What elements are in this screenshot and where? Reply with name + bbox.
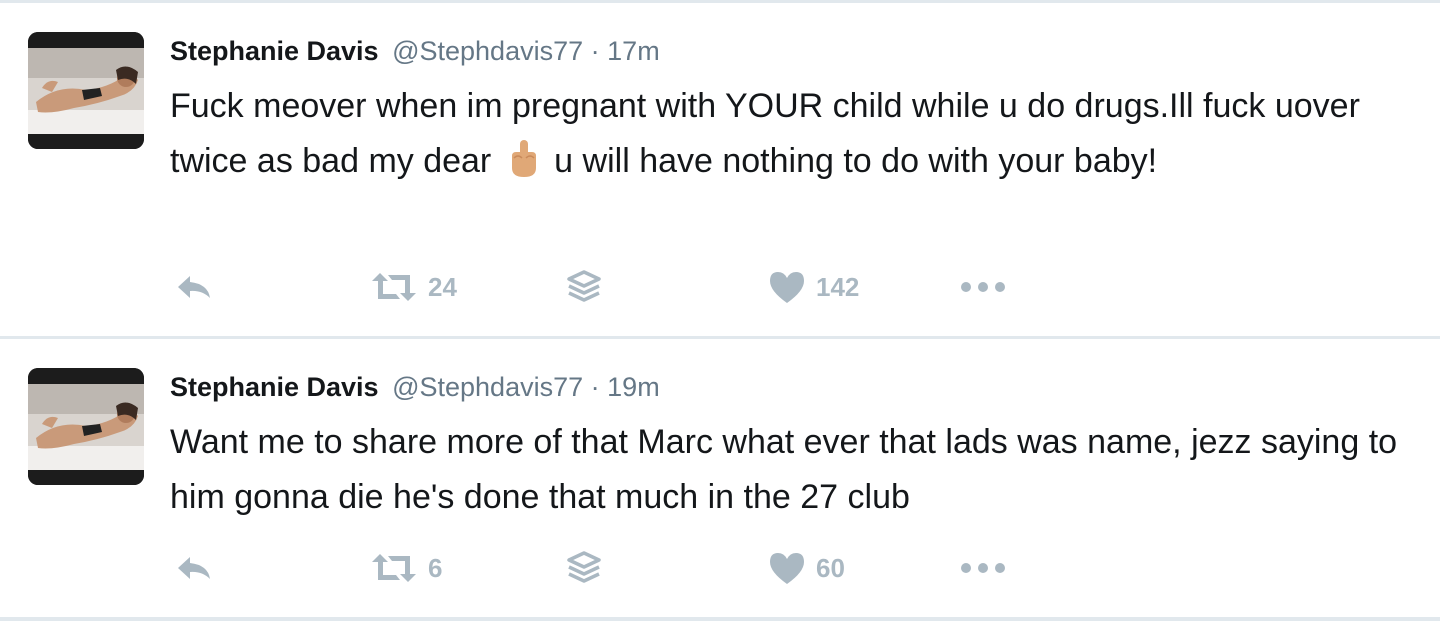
reply-icon: [178, 276, 210, 298]
header-separator: ·: [590, 372, 600, 402]
heart-icon: [770, 272, 804, 303]
author-name[interactable]: Stephanie Davis: [170, 372, 379, 402]
like-button[interactable]: 142: [768, 262, 859, 312]
retweet-icon: [372, 273, 416, 301]
collection-button[interactable]: [566, 262, 602, 312]
more-options-button[interactable]: [960, 262, 1006, 312]
retweet-button[interactable]: 24: [370, 262, 457, 312]
avatar[interactable]: [28, 32, 144, 149]
tweet-actions: 24 142: [170, 262, 1070, 312]
tweet-actions: 6 60: [170, 543, 1070, 593]
more-icon: [961, 282, 1005, 292]
tweet-timestamp[interactable]: 19m: [607, 372, 660, 402]
retweet-count: 24: [428, 271, 457, 302]
avatar-photo: [28, 368, 144, 485]
like-button[interactable]: 60: [768, 543, 845, 593]
more-options-button[interactable]: [960, 543, 1006, 593]
heart-icon: [770, 553, 804, 584]
middle-finger-emoji: [503, 140, 543, 178]
stack-icon: [567, 551, 601, 583]
feed-bottom-border: [0, 617, 1440, 621]
retweet-count: 6: [428, 552, 443, 583]
reply-button[interactable]: [174, 262, 214, 312]
tweet-header: Stephanie Davis @Stephdavis77 · 17m: [170, 31, 660, 71]
tweet-text: Fuck meover when im pregnant with YOUR c…: [170, 79, 1420, 189]
retweet-icon: [372, 554, 416, 582]
tweet-header: Stephanie Davis @Stephdavis77 · 19m: [170, 367, 660, 407]
tweet[interactable]: Stephanie Davis @Stephdavis77 · 19m Want…: [0, 339, 1440, 617]
collection-button[interactable]: [566, 543, 602, 593]
like-count: 142: [816, 271, 860, 302]
author-handle[interactable]: @Stephdavis77: [392, 36, 583, 66]
tweet[interactable]: Stephanie Davis @Stephdavis77 · 17m Fuck…: [0, 3, 1440, 336]
reply-button[interactable]: [174, 543, 214, 593]
like-count: 60: [816, 552, 845, 583]
tweet-text: Want me to share more of that Marc what …: [170, 423, 1398, 516]
avatar-photo: [28, 32, 144, 149]
reply-icon: [178, 557, 210, 579]
tweet-text-part: u will have nothing to do with your baby…: [554, 142, 1158, 180]
more-icon: [961, 563, 1005, 573]
avatar[interactable]: [28, 368, 144, 485]
header-separator: ·: [590, 36, 600, 66]
tweet-timestamp[interactable]: 17m: [607, 36, 660, 66]
stack-icon: [567, 270, 601, 302]
retweet-button[interactable]: 6: [370, 543, 442, 593]
author-name[interactable]: Stephanie Davis: [170, 36, 379, 66]
tweet-feed: Stephanie Davis @Stephdavis77 · 17m Fuck…: [0, 0, 1440, 621]
author-handle[interactable]: @Stephdavis77: [392, 372, 583, 402]
